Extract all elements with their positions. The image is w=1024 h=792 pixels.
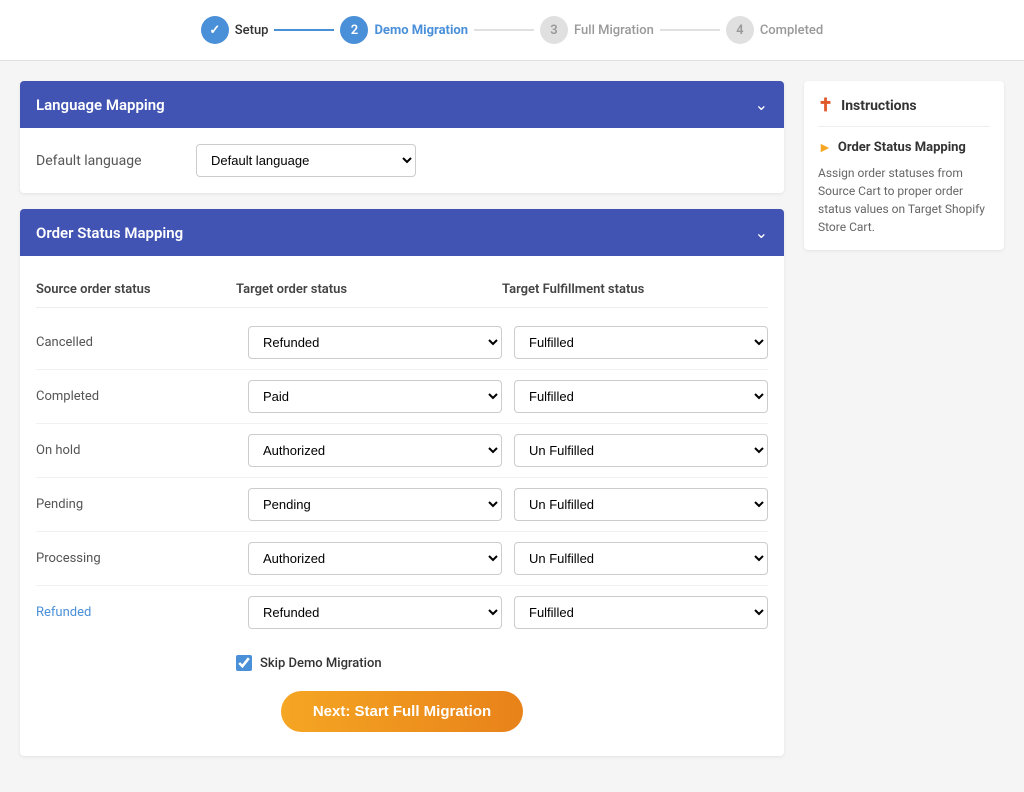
step-demo: 2 Demo Migration: [340, 16, 468, 44]
col-target-order: Target order status: [236, 282, 502, 297]
right-panel: ✝ Instructions ► Order Status Mapping As…: [804, 81, 1004, 772]
instructions-icon: ✝: [818, 95, 833, 116]
target-fulfillment-processing[interactable]: Un FulfilledFulfilledPartial: [514, 542, 768, 575]
step-line-3: [660, 29, 720, 31]
order-table-header: Source order status Target order status …: [36, 272, 768, 308]
instructions-panel: ✝ Instructions ► Order Status Mapping As…: [804, 81, 1004, 250]
instructions-order-status-label: Order Status Mapping: [838, 140, 966, 155]
instructions-title: Instructions: [841, 98, 917, 114]
language-mapping-section: Language Mapping ⌄ Default language Defa…: [20, 81, 784, 193]
target-order-pending[interactable]: PendingRefundedPaidAuthorizedCancelled: [248, 488, 502, 521]
step-circle-completed: 4: [726, 16, 754, 44]
source-processing: Processing: [36, 551, 236, 566]
step-circle-setup: ✓: [201, 16, 229, 44]
step-circle-demo: 2: [340, 16, 368, 44]
target-fulfillment-completed[interactable]: FulfilledUn FulfilledPartial: [514, 380, 768, 413]
table-row: Refunded RefundedPaidAuthorizedPendingCa…: [36, 586, 768, 639]
target-order-processing[interactable]: AuthorizedRefundedPaidPendingCancelled: [248, 542, 502, 575]
table-row: Completed PaidRefundedAuthorizedPendingC…: [36, 370, 768, 424]
source-onhold: On hold: [36, 443, 236, 458]
default-language-label: Default language: [36, 153, 176, 169]
language-mapping-body: Default language Default language Englis…: [20, 128, 784, 193]
table-row: Cancelled RefundedPaidAuthorizedPendingC…: [36, 316, 768, 370]
col-target-fulfillment: Target Fulfillment status: [502, 282, 768, 297]
left-panel: Language Mapping ⌄ Default language Defa…: [20, 81, 784, 772]
main-content: Language Mapping ⌄ Default language Defa…: [0, 61, 1024, 792]
step-full: 3 Full Migration: [540, 16, 654, 44]
step-line-1: [274, 29, 334, 31]
step-circle-full: 3: [540, 16, 568, 44]
cta-row: Next: Start Full Migration: [36, 679, 768, 740]
step-label-completed: Completed: [760, 23, 823, 38]
order-status-mapping-section: Order Status Mapping ⌄ Source order stat…: [20, 209, 784, 756]
target-order-completed[interactable]: PaidRefundedAuthorizedPendingCancelled: [248, 380, 502, 413]
default-language-row: Default language Default language Englis…: [36, 144, 768, 177]
language-mapping-title: Language Mapping: [36, 96, 165, 114]
source-refunded: Refunded: [36, 605, 236, 620]
orange-arrow-icon: ►: [818, 139, 832, 156]
table-row: On hold AuthorizedRefundedPaidPendingCan…: [36, 424, 768, 478]
order-status-mapping-header: Order Status Mapping ⌄: [20, 209, 784, 256]
step-setup: ✓ Setup: [201, 16, 269, 44]
target-fulfillment-refunded[interactable]: FulfilledUn FulfilledPartial: [514, 596, 768, 629]
table-row: Pending PendingRefundedPaidAuthorizedCan…: [36, 478, 768, 532]
target-order-cancelled[interactable]: RefundedPaidAuthorizedPendingCancelled: [248, 326, 502, 359]
target-fulfillment-onhold[interactable]: Un FulfilledFulfilledPartial: [514, 434, 768, 467]
source-pending: Pending: [36, 497, 236, 512]
table-row: Processing AuthorizedRefundedPaidPending…: [36, 532, 768, 586]
target-fulfillment-pending[interactable]: Un FulfilledFulfilledPartial: [514, 488, 768, 521]
step-label-demo: Demo Migration: [374, 23, 468, 38]
order-status-mapping-chevron-icon[interactable]: ⌄: [755, 223, 768, 242]
stepper-bar: ✓ Setup 2 Demo Migration 3 Full Migratio…: [0, 0, 1024, 61]
skip-demo-label: Skip Demo Migration: [260, 656, 382, 671]
default-language-select[interactable]: Default language English French German S…: [196, 144, 416, 177]
skip-demo-row: Skip Demo Migration: [36, 655, 768, 671]
target-order-onhold[interactable]: AuthorizedRefundedPaidPendingCancelled: [248, 434, 502, 467]
order-status-mapping-body: Source order status Target order status …: [20, 256, 784, 756]
start-full-migration-button[interactable]: Next: Start Full Migration: [281, 691, 523, 732]
step-line-2: [474, 29, 534, 31]
language-mapping-chevron-icon[interactable]: ⌄: [755, 95, 768, 114]
skip-demo-checkbox[interactable]: [236, 655, 252, 671]
instructions-title-row: ✝ Instructions: [818, 95, 990, 127]
source-cancelled: Cancelled: [36, 335, 236, 350]
instructions-section-title: ► Order Status Mapping: [818, 139, 990, 156]
step-label-full: Full Migration: [574, 23, 654, 38]
step-completed: 4 Completed: [726, 16, 823, 44]
order-status-mapping-title: Order Status Mapping: [36, 224, 183, 242]
source-completed: Completed: [36, 389, 236, 404]
col-source: Source order status: [36, 282, 236, 297]
stepper: ✓ Setup 2 Demo Migration 3 Full Migratio…: [201, 16, 823, 44]
target-order-refunded[interactable]: RefundedPaidAuthorizedPendingCancelled: [248, 596, 502, 629]
target-fulfillment-cancelled[interactable]: FulfilledUn FulfilledPartial: [514, 326, 768, 359]
instructions-description: Assign order statuses from Source Cart t…: [818, 164, 990, 236]
order-status-table: Source order status Target order status …: [36, 272, 768, 639]
step-label-setup: Setup: [235, 23, 269, 38]
language-mapping-header: Language Mapping ⌄: [20, 81, 784, 128]
